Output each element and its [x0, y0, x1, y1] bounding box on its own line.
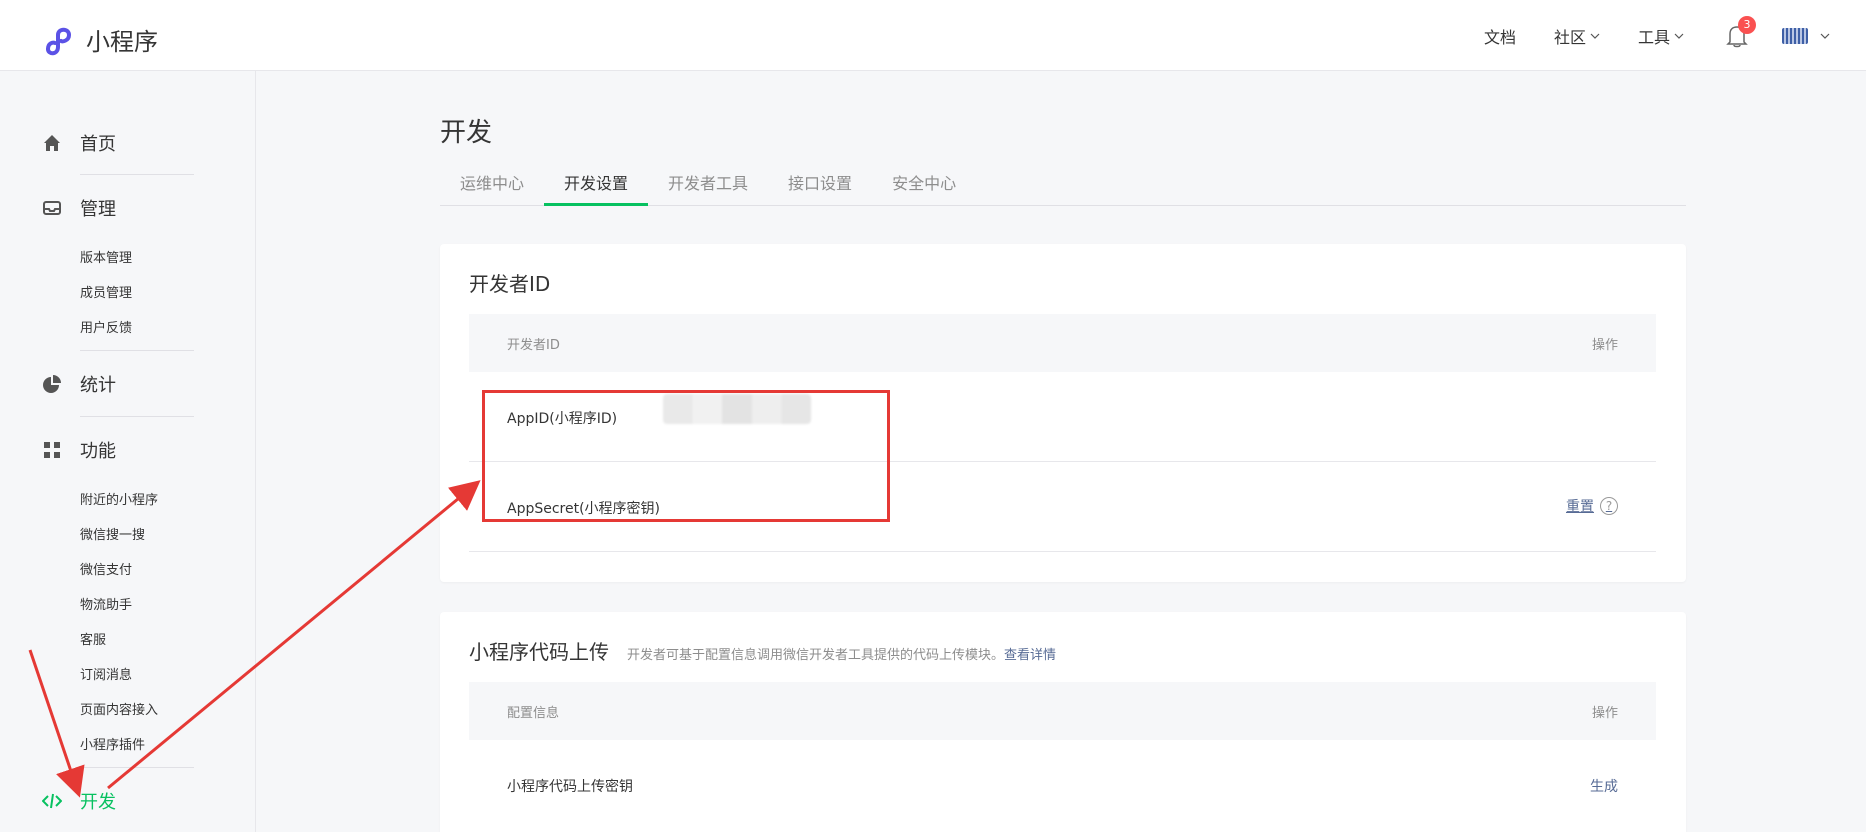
sidebar-item-home[interactable]: 首页: [42, 130, 116, 156]
card-title: 开发者ID: [469, 272, 551, 296]
top-nav: 文档 社区 工具 3: [1446, 0, 1830, 71]
top-bar: 小程序 文档 社区 工具 3: [0, 0, 1866, 71]
table-header: 开发者ID 操作: [469, 314, 1656, 372]
sidebar-item-develop[interactable]: 开发: [42, 788, 116, 814]
sidebar-subitem-customer-service[interactable]: 客服: [80, 629, 106, 648]
description-text: 开发者可基于配置信息调用微信开发者工具提供的代码上传模块。: [627, 648, 1005, 663]
divider: [80, 767, 194, 768]
sidebar: 首页 管理 版本管理 成员管理 用户反馈 统计 功能 附近的小程序 微信搜一搜 …: [8, 71, 256, 832]
inbox-icon: [43, 201, 61, 215]
card-title-row: 小程序代码上传 开发者可基于配置信息调用微信开发者工具提供的代码上传模块。查看详…: [469, 636, 1056, 665]
column-header: 操作: [1591, 338, 1618, 353]
sidebar-subitem-versions[interactable]: 版本管理: [80, 247, 132, 266]
sidebar-subitem-nearby[interactable]: 附近的小程序: [80, 489, 158, 508]
sidebar-item-label: 开发: [80, 792, 116, 813]
nav-tools-label: 工具: [1637, 27, 1670, 47]
code-upload-card: 小程序代码上传 开发者可基于配置信息调用微信开发者工具提供的代码上传模块。查看详…: [440, 612, 1686, 832]
app-name: 小程序: [86, 28, 158, 56]
account-menu[interactable]: [1782, 27, 1830, 44]
nav-community[interactable]: 社区: [1554, 24, 1600, 48]
tab-security[interactable]: 安全中心: [872, 168, 976, 206]
tab-bar: 运维中心 开发设置 开发者工具 接口设置 安全中心: [440, 168, 1686, 206]
table-header: 配置信息 操作: [469, 682, 1656, 740]
column-header: 操作: [1591, 706, 1618, 721]
annotation-highlight-box: [482, 390, 890, 522]
table-row-upload-key: 小程序代码上传密钥 生成: [469, 740, 1656, 830]
nav-docs-label: 文档: [1483, 27, 1516, 47]
sidebar-subitem-subscribe[interactable]: 订阅消息: [80, 664, 132, 683]
logo[interactable]: 小程序: [42, 22, 158, 57]
sidebar-item-label: 功能: [80, 441, 116, 462]
sidebar-subitem-page-content[interactable]: 页面内容接入: [80, 699, 158, 718]
sidebar-item-label: 统计: [80, 375, 116, 396]
sidebar-subitem-logistics[interactable]: 物流助手: [80, 594, 132, 613]
sidebar-subitem-feedback[interactable]: 用户反馈: [80, 317, 132, 336]
tab-dev-settings[interactable]: 开发设置: [544, 168, 649, 206]
divider: [80, 350, 194, 351]
chevron-down-icon: [1820, 33, 1830, 39]
sidebar-subitem-pay[interactable]: 微信支付: [80, 559, 132, 578]
sidebar-item-features[interactable]: 功能: [42, 437, 116, 463]
sidebar-item-stats[interactable]: 统计: [42, 371, 116, 397]
chevron-down-icon: [1590, 33, 1600, 39]
chevron-down-icon: [1674, 33, 1684, 39]
sidebar-subitem-members[interactable]: 成员管理: [80, 282, 132, 301]
avatar: [1782, 27, 1808, 44]
sidebar-subitem-plugins[interactable]: 小程序插件: [80, 734, 145, 753]
code-icon: [42, 793, 62, 809]
card-title: 小程序代码上传: [469, 640, 609, 664]
column-header: 配置信息: [507, 706, 560, 721]
nav-tools[interactable]: 工具: [1638, 24, 1684, 48]
notifications-button[interactable]: 3: [1726, 15, 1756, 48]
help-icon[interactable]: ?: [1600, 497, 1618, 515]
mini-program-logo-icon: [46, 27, 72, 55]
sidebar-subitem-search[interactable]: 微信搜一搜: [80, 524, 145, 543]
upload-key-label: 小程序代码上传密钥: [507, 779, 633, 795]
nav-community-label: 社区: [1553, 27, 1586, 47]
card-description: 开发者可基于配置信息调用微信开发者工具提供的代码上传模块。查看详情: [627, 644, 1056, 663]
home-icon: [44, 135, 60, 151]
tab-ops[interactable]: 运维中心: [440, 168, 544, 206]
nav-docs[interactable]: 文档: [1484, 24, 1516, 48]
tab-api-settings[interactable]: 接口设置: [768, 168, 872, 206]
reset-label: 重置: [1566, 499, 1594, 515]
tab-dev-tools[interactable]: 开发者工具: [648, 168, 768, 206]
generate-key-button[interactable]: 生成: [1590, 776, 1618, 796]
sidebar-item-manage[interactable]: 管理: [42, 195, 116, 221]
reset-secret-button[interactable]: 重置 ?: [1566, 496, 1618, 516]
column-header: 开发者ID: [507, 338, 560, 353]
divider: [80, 174, 194, 175]
grid-icon: [44, 442, 60, 458]
sidebar-item-label: 管理: [80, 199, 116, 220]
page-title: 开发: [440, 118, 493, 148]
pie-chart-icon: [43, 375, 61, 393]
sidebar-item-label: 首页: [80, 134, 116, 155]
notification-badge: 3: [1738, 15, 1756, 34]
details-link[interactable]: 查看详情: [1004, 648, 1056, 663]
divider: [80, 416, 194, 417]
